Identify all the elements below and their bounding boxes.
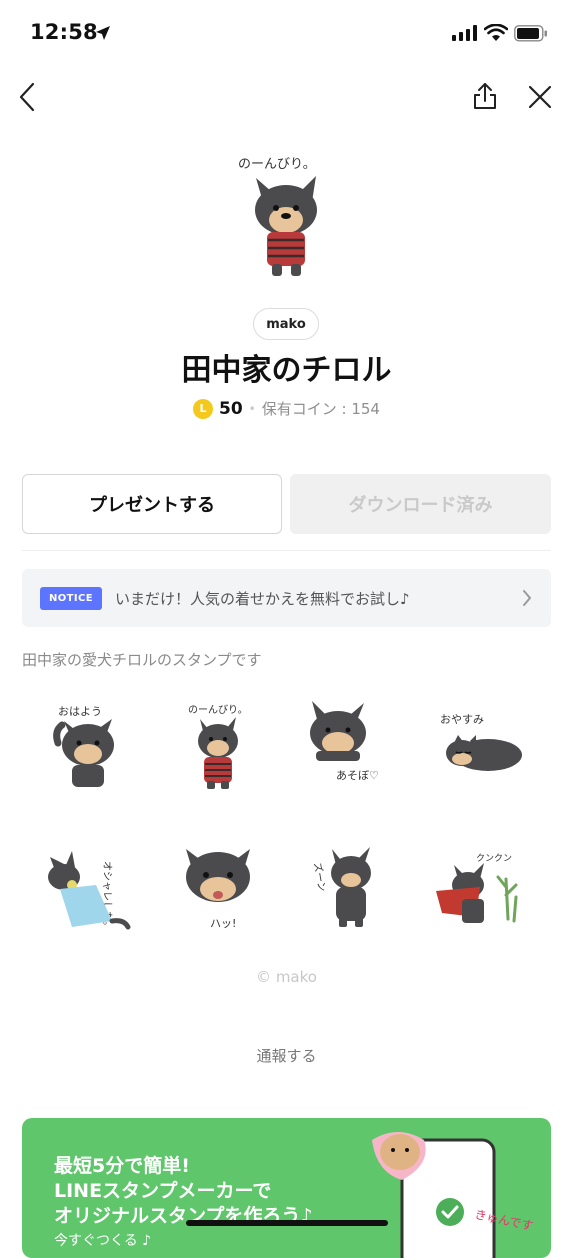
banner-line-1: 最短5分で簡単! [54,1155,190,1177]
sticker-item[interactable]: のーんびり。 [158,695,288,815]
svg-text:ズーン: ズーン [311,861,329,892]
home-indicator [186,1220,388,1226]
banner-line-2: LINEスタンプメーカーで [54,1180,272,1202]
report-link[interactable]: 通報する [0,1045,573,1066]
sticker-item[interactable]: おやすみ [418,695,548,815]
svg-text:おやすみ: おやすみ [440,713,484,726]
sticker-item[interactable]: ズーン [288,835,418,955]
price-row: L 50 • 保有コイン : 154 [0,398,573,419]
location-arrow-icon [96,26,110,40]
chevron-right-icon [523,590,531,606]
status-bar: 12:58 [0,0,573,62]
copyright: © mako [256,968,317,986]
status-time: 12:58 [30,20,98,44]
share-icon [474,83,496,109]
svg-text:のーんびり。: のーんびり。 [188,704,248,716]
svg-text:あそぼ♡: あそぼ♡ [336,769,379,782]
share-button[interactable] [470,80,500,114]
separator-dot: • [248,401,256,416]
close-button[interactable] [526,82,554,112]
author-chip[interactable]: mako [253,308,319,340]
sticker-description: 田中家の愛犬チロルのスタンプです [22,651,262,669]
notice-badge: NOTICE [40,586,102,610]
phone-mockup-illustration: きゅんです [372,1132,534,1258]
battery-icon [514,25,547,42]
sticker-item[interactable]: クンクン [418,835,548,955]
chevron-left-icon [19,82,35,112]
sticker-maker-banner[interactable]: 最短5分で簡単! LINEスタンプメーカーで オリジナルスタンプを作ろう♪ 今す… [22,1118,551,1258]
hero-sticker-image: のーんびり。 [238,157,317,276]
owned-coins: 保有コイン : 154 [261,400,380,418]
cellular-signal-icon [452,25,477,41]
svg-text:ハッ!: ハッ! [210,917,236,930]
divider [22,550,551,551]
sticker-item[interactable]: あそぼ♡ [288,695,418,815]
notice-banner[interactable]: NOTICE いまだけ！人気の着せかえを無料でお試し♪ [22,569,551,627]
svg-text:クンクン: クンクン [476,853,512,864]
price-value: 50 [219,398,243,419]
line-coin-icon: L [193,398,213,419]
banner-cta: 今すぐつくる ♪ [54,1233,152,1249]
sticker-item[interactable]: オシャレした。 [28,835,158,955]
notice-text: いまだけ！人気の着せかえを無料でお試し♪ [114,589,410,608]
hero-sticker-caption: のーんびり。 [238,157,316,172]
svg-text:おはよう: おはよう [58,705,102,718]
back-button[interactable] [14,80,44,114]
sticker-item[interactable]: おはよう [28,695,158,815]
sticker-item[interactable]: ハッ! [158,835,288,955]
gift-button[interactable]: プレゼントする [22,474,282,534]
sticker-title: 田中家のチロル [181,353,392,388]
wifi-icon [484,24,508,41]
downloaded-button[interactable]: ダウンロード済み [290,474,551,534]
close-icon [528,85,552,109]
